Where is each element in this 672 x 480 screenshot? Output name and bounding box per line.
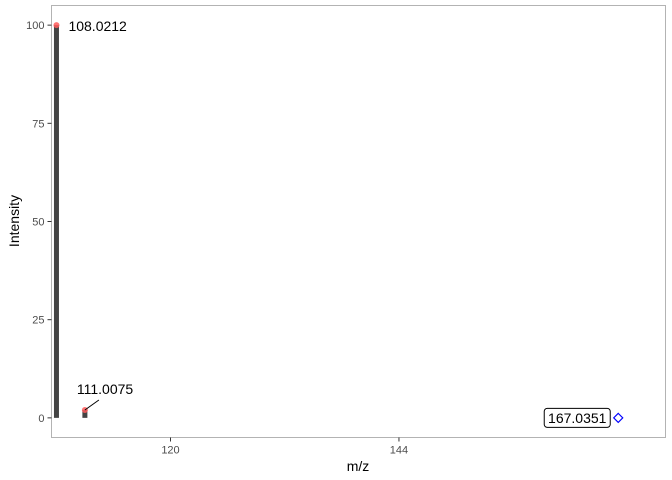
spectrum-chart: 0 25 50 75 100 120 144 108.0212 111.0075 167.0… — [6, 5, 666, 474]
peak-bars — [53, 22, 88, 418]
y-axis-title: Intensity — [6, 195, 22, 247]
y-tick-label: 50 — [32, 217, 44, 229]
x-axis: 120 144 — [161, 437, 408, 457]
x-tick-label: 120 — [161, 445, 179, 457]
peak-label-leader — [84, 399, 100, 411]
y-tick-label: 75 — [32, 118, 44, 130]
peak-point — [53, 22, 60, 29]
y-tick-label: 25 — [32, 315, 44, 327]
precursor-group: 167.0351 — [543, 407, 624, 428]
peak-labels: 108.0212 111.0075 — [68, 18, 134, 411]
precursor-marker — [612, 412, 624, 424]
y-axis: 0 25 50 75 100 — [26, 20, 52, 425]
precursor-label: 167.0351 — [548, 410, 607, 426]
plot-frame — [51, 5, 666, 438]
peak-label: 111.0075 — [77, 381, 134, 397]
y-tick-label: 0 — [38, 413, 44, 425]
y-tick-label: 100 — [26, 20, 44, 32]
x-tick-label: 144 — [390, 445, 408, 457]
x-axis-title: m/z — [347, 458, 370, 474]
peak-label: 108.0212 — [68, 18, 127, 34]
peak-bar — [53, 25, 59, 418]
